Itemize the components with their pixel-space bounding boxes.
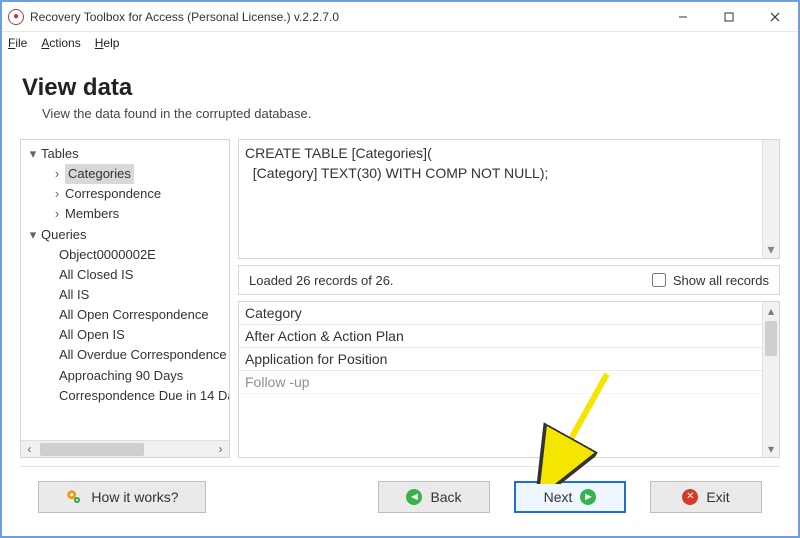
- tree-tables-label[interactable]: Tables: [41, 146, 79, 161]
- tree-pane[interactable]: ▾Tables ›Categories ›Correspondence ›Mem…: [20, 139, 230, 458]
- exit-label: Exit: [706, 489, 729, 505]
- grid-header[interactable]: Category: [239, 302, 779, 325]
- menu-help[interactable]: Help: [95, 36, 120, 50]
- menubar: File Actions Help: [2, 32, 798, 54]
- status-text: Loaded 26 records of 26.: [249, 273, 648, 288]
- show-all-records-checkbox[interactable]: Show all records: [648, 270, 769, 290]
- tree-item[interactable]: Object0000002E: [59, 247, 156, 262]
- titlebar: ● Recovery Toolbox for Access (Personal …: [2, 2, 798, 32]
- sql-viewer[interactable]: CREATE TABLE [Categories]( [Category] TE…: [238, 139, 780, 259]
- tree-item[interactable]: All Overdue Correspondence: [59, 347, 227, 362]
- maximize-button[interactable]: [706, 2, 752, 31]
- tree-h-scrollbar[interactable]: ‹ ›: [21, 440, 229, 457]
- tree-item[interactable]: All Closed IS: [59, 267, 133, 282]
- status-bar: Loaded 26 records of 26. Show all record…: [238, 265, 780, 295]
- close-icon: ✕: [682, 489, 698, 505]
- grid-row[interactable]: Follow -up: [239, 371, 779, 394]
- tree-item[interactable]: All IS: [59, 287, 89, 302]
- exit-button[interactable]: ✕ Exit: [650, 481, 762, 513]
- gear-icon: [65, 488, 83, 506]
- how-it-works-label: How it works?: [91, 489, 178, 505]
- next-label: Next: [544, 489, 573, 505]
- grid-row[interactable]: Application for Position: [239, 348, 779, 371]
- page-title: View data: [22, 74, 780, 102]
- next-button[interactable]: Next ►: [514, 481, 626, 513]
- tree-item-members[interactable]: Members: [65, 206, 119, 221]
- grid-v-scrollbar[interactable]: ▴ ▾: [762, 302, 779, 457]
- tree-item[interactable]: Approaching 90 Days: [59, 368, 183, 383]
- tree-queries-label[interactable]: Queries: [41, 227, 87, 242]
- window-title: Recovery Toolbox for Access (Personal Li…: [30, 10, 339, 24]
- back-button[interactable]: ◄ Back: [378, 481, 490, 513]
- grid-row[interactable]: After Action & Action Plan: [239, 325, 779, 348]
- arrow-right-icon: ►: [580, 489, 596, 505]
- menu-actions[interactable]: Actions: [41, 36, 80, 50]
- arrow-left-icon: ◄: [406, 489, 422, 505]
- show-all-records-label: Show all records: [673, 273, 769, 288]
- tree-item[interactable]: All Open IS: [59, 327, 125, 342]
- tree-item[interactable]: Correspondence Due in 14 Days: [59, 388, 229, 403]
- page-subtitle: View the data found in the corrupted dat…: [42, 106, 780, 121]
- sql-v-scrollbar[interactable]: ▾: [762, 140, 779, 258]
- tree-item-categories[interactable]: Categories: [65, 164, 134, 184]
- how-it-works-button[interactable]: How it works?: [38, 481, 206, 513]
- back-label: Back: [430, 489, 461, 505]
- menu-file[interactable]: File: [8, 36, 27, 50]
- close-button[interactable]: [752, 2, 798, 31]
- footer: How it works? ◄ Back Next ► ✕ Exit: [20, 466, 780, 526]
- app-icon: ●: [8, 9, 24, 25]
- tree-item-correspondence[interactable]: Correspondence: [65, 186, 161, 201]
- sql-line: CREATE TABLE [Categories](: [245, 144, 763, 164]
- show-all-records-input[interactable]: [652, 273, 666, 287]
- data-grid[interactable]: Category After Action & Action Plan Appl…: [238, 301, 780, 458]
- minimize-button[interactable]: [660, 2, 706, 31]
- tree-item[interactable]: All Open Correspondence: [59, 307, 209, 322]
- sql-line: [Category] TEXT(30) WITH COMP NOT NULL);: [245, 164, 763, 184]
